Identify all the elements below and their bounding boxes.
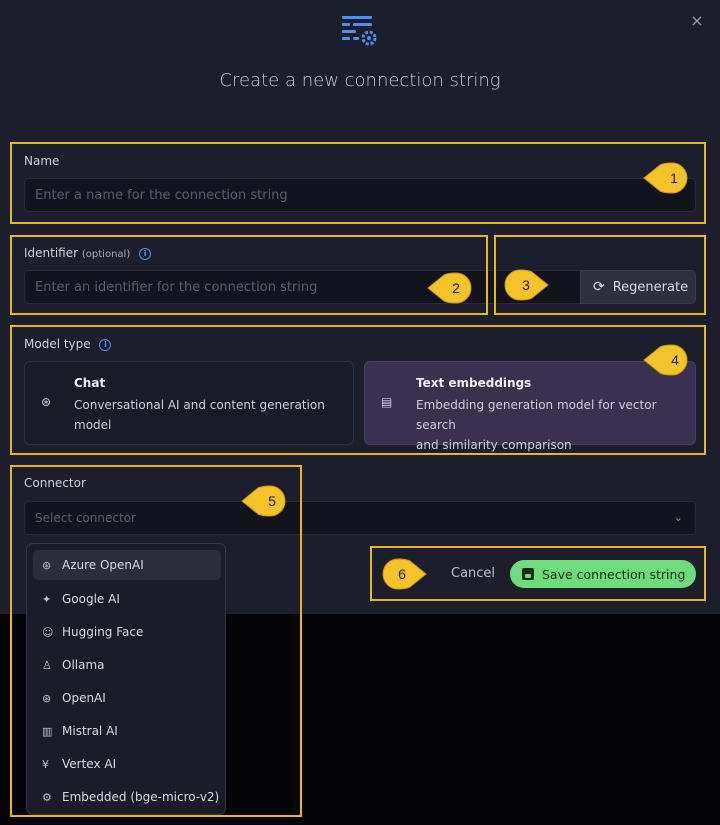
connection-settings-icon <box>342 16 377 46</box>
close-icon[interactable]: × <box>686 10 708 32</box>
dialog-title: Create a new connection string <box>219 70 501 91</box>
callout-number: 3 <box>522 277 530 293</box>
chevron-down-icon: ⌄ <box>673 511 683 524</box>
callout-number: 6 <box>398 566 406 582</box>
callout-box-2 <box>10 235 488 315</box>
callout-number: 1 <box>670 170 678 186</box>
callout-number: 5 <box>268 493 276 509</box>
callout-box-5 <box>10 465 302 817</box>
callout-box-4 <box>10 325 706 455</box>
callout-box-1 <box>10 142 706 224</box>
callout-number: 2 <box>452 280 460 296</box>
callout-number: 4 <box>671 352 679 368</box>
